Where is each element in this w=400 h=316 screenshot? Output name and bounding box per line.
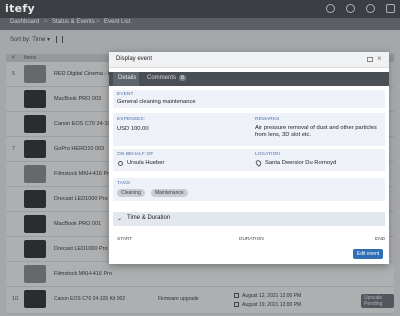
settings-icon[interactable] — [346, 4, 355, 13]
breadcrumb-status-events[interactable]: Status & Events — [52, 19, 95, 25]
breadcrumb: Dashboard > Status & Events > Event List — [0, 18, 400, 30]
tab-comments-label: Comments — [147, 75, 177, 81]
comments-count-badge: 0 — [179, 75, 186, 81]
modal-header: Display event × — [109, 52, 389, 68]
user-icon — [118, 161, 123, 166]
tab-comments[interactable]: Comments 0 — [145, 72, 186, 86]
remarks-label: REMARKS — [255, 117, 280, 122]
breadcrumb-separator: > — [96, 19, 100, 25]
event-value: General cleaning maintenance — [117, 99, 196, 105]
tab-details-label: Details — [118, 75, 137, 81]
expense-remarks-section: EXPENSES: USD 100.00 REMARKS Air pressur… — [113, 113, 385, 146]
breadcrumb-event-list[interactable]: Event List — [104, 19, 130, 25]
top-bar: itefy — [0, 0, 400, 18]
user-menu-icon[interactable] — [386, 4, 395, 13]
help-icon[interactable] — [326, 4, 335, 13]
event-label: EVENT — [117, 92, 134, 97]
chevron-down-icon: ⌄ — [117, 216, 123, 222]
tags-section: TAGS Cleaning Maintenance — [113, 178, 385, 201]
accordion-title: Time & Duration — [127, 215, 171, 221]
modal-tabs: Details Comments 0 — [109, 72, 389, 86]
time-duration-accordion[interactable]: ⌄ Time & Duration — [113, 212, 385, 226]
tab-details[interactable]: Details — [113, 72, 139, 86]
maximize-icon[interactable] — [367, 57, 373, 62]
notifications-icon[interactable] — [366, 4, 375, 13]
app-logo[interactable]: itefy — [5, 2, 35, 15]
breadcrumb-separator: > — [44, 19, 48, 25]
on-behalf-label: ON BEHALF OF — [117, 152, 154, 157]
modal-title: Display event — [116, 56, 153, 62]
tags-label: TAGS — [117, 181, 131, 186]
close-icon[interactable]: × — [377, 54, 382, 64]
end-column-label: END — [375, 237, 386, 242]
on-behalf-value: Ursula Hueber — [127, 160, 165, 166]
tag-cleaning: Cleaning — [117, 189, 145, 197]
expenses-value: USD 100.00 — [117, 126, 149, 132]
tag-maintenance: Maintenance — [151, 189, 188, 197]
remarks-value: Air pressure removal of dust and other p… — [255, 125, 377, 138]
behalf-location-section: ON BEHALF OF Ursula Hueber LOCATION Sant… — [113, 149, 385, 171]
display-event-modal: Display event × Details Comments 0 EVENT … — [109, 52, 389, 264]
location-label: LOCATION — [255, 152, 280, 157]
start-column-label: START — [117, 237, 133, 242]
location-value: Santa Deersior Du Rornoyd — [265, 160, 337, 166]
edit-event-button[interactable]: Edit event — [353, 249, 383, 259]
location-pin-icon — [254, 159, 263, 167]
event-section: EVENT General cleaning maintenance — [113, 90, 385, 108]
breadcrumb-dashboard[interactable]: Dashboard — [10, 19, 39, 25]
duration-column-label: DURATION — [239, 237, 264, 242]
expenses-label: EXPENSES: — [117, 117, 146, 122]
